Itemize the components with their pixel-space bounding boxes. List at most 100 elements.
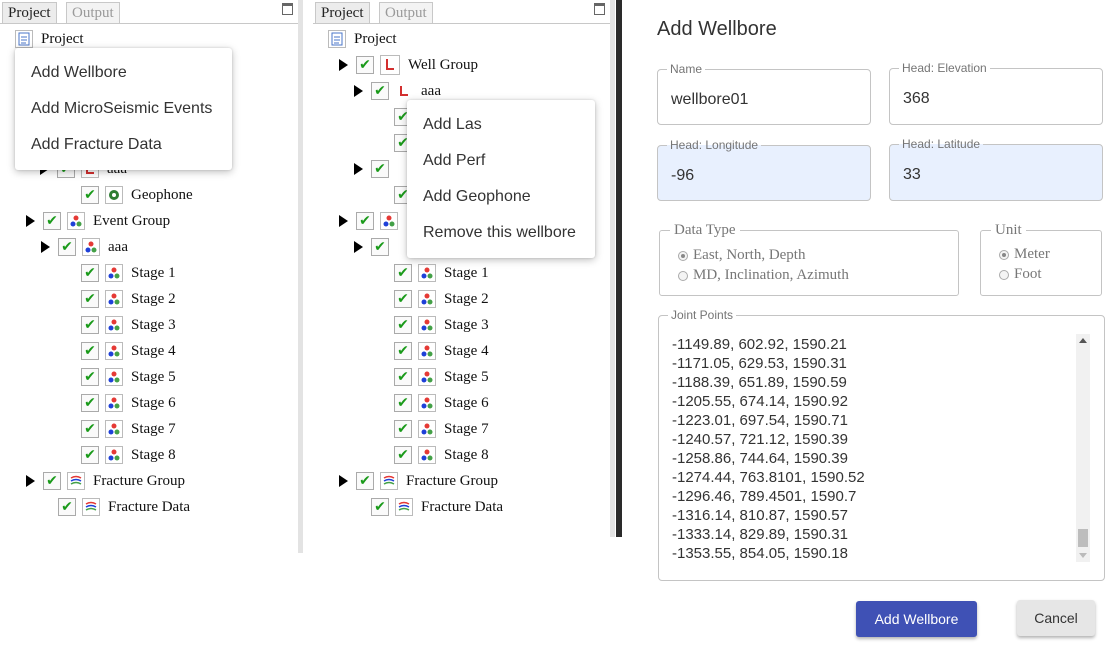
expand-arrow-icon[interactable]: [354, 85, 363, 97]
tree-node-stage[interactable]: ✔ Stage 8: [394, 445, 489, 465]
tree-node-stage[interactable]: ✔ Stage 7: [81, 419, 176, 439]
node-checkbox[interactable]: ✔: [371, 82, 389, 100]
maximize-icon[interactable]: [282, 3, 293, 15]
tab-project[interactable]: Project: [2, 2, 57, 23]
node-checkbox[interactable]: ✔: [356, 56, 374, 74]
node-checkbox[interactable]: ✔: [81, 394, 99, 412]
expand-arrow-icon[interactable]: [339, 475, 348, 487]
cancel-button[interactable]: Cancel: [1017, 600, 1095, 636]
tree-node-project[interactable]: Project: [328, 29, 397, 49]
tree-node-stage[interactable]: ✔ Stage 6: [81, 393, 176, 413]
node-checkbox[interactable]: ✔: [58, 238, 76, 256]
expand-arrow-icon[interactable]: [354, 163, 363, 175]
tree-node-stage[interactable]: ✔ Stage 1: [81, 263, 176, 283]
menu-item-add-microseismic-events[interactable]: Add MicroSeismic Events: [15, 91, 232, 127]
tree-node-stage[interactable]: ✔ Stage 5: [81, 367, 176, 387]
radio-selected-icon[interactable]: [999, 249, 1009, 260]
tree-node-project[interactable]: Project: [15, 29, 84, 49]
tree-node-event-aaa[interactable]: ✔ aaa: [41, 237, 128, 257]
head-longitude-field[interactable]: Head: Longitude -96: [657, 138, 871, 201]
head-latitude-field[interactable]: Head: Latitude 33: [889, 137, 1103, 201]
node-checkbox[interactable]: ✔: [356, 212, 374, 230]
expand-arrow-icon[interactable]: [26, 215, 35, 227]
node-checkbox[interactable]: ✔: [81, 342, 99, 360]
node-checkbox[interactable]: ✔: [81, 368, 99, 386]
name-field[interactable]: Name wellbore01: [657, 62, 871, 125]
menu-item-add-geophone[interactable]: Add Geophone: [407, 179, 595, 215]
tree-node-stage[interactable]: ✔ Stage 1: [394, 263, 489, 283]
head-elevation-field[interactable]: Head: Elevation 368: [889, 61, 1103, 125]
joint-points-textarea[interactable]: -1149.89, 602.92, 1590.21 -1171.05, 629.…: [672, 335, 865, 563]
tree-node-stage[interactable]: ✔ Stage 4: [81, 341, 176, 361]
expand-arrow-icon[interactable]: [26, 475, 35, 487]
menu-item-remove-wellbore[interactable]: Remove this wellbore: [407, 215, 595, 251]
radio-md-inclination-azimuth[interactable]: MD, Inclination, Azimuth: [678, 267, 849, 284]
radio-selected-icon[interactable]: [678, 250, 688, 261]
node-checkbox[interactable]: ✔: [371, 498, 389, 516]
node-checkbox[interactable]: ✔: [356, 472, 374, 490]
radio-unselected-icon[interactable]: [678, 270, 688, 281]
menu-item-add-perf[interactable]: Add Perf: [407, 143, 595, 179]
splitter[interactable]: [610, 0, 615, 537]
node-checkbox[interactable]: ✔: [394, 368, 412, 386]
node-checkbox[interactable]: ✔: [394, 290, 412, 308]
tree-node-stage[interactable]: ✔ Stage 3: [394, 315, 489, 335]
node-checkbox[interactable]: ✔: [394, 316, 412, 334]
node-checkbox[interactable]: ✔: [371, 238, 389, 256]
scroll-down-icon[interactable]: [1079, 553, 1087, 558]
scroll-thumb[interactable]: [1078, 529, 1088, 547]
node-checkbox[interactable]: ✔: [394, 420, 412, 438]
tree-node-event-group[interactable]: ✔ Event Group: [26, 211, 170, 231]
tree-node-hidden[interactable]: ✔: [354, 159, 395, 179]
tree-node-fracture-group[interactable]: ✔ Fracture Group: [26, 471, 185, 491]
splitter[interactable]: [298, 0, 303, 553]
tree-node-stage[interactable]: ✔ Stage 5: [394, 367, 489, 387]
expand-arrow-icon[interactable]: [354, 241, 363, 253]
tree-node-well-group[interactable]: ✔ Well Group: [339, 55, 478, 75]
tree-node-fracture-data[interactable]: ✔ Fracture Data: [58, 497, 190, 517]
tab-output[interactable]: Output: [379, 2, 433, 23]
maximize-icon[interactable]: [594, 3, 605, 15]
tab-output[interactable]: Output: [66, 2, 120, 23]
node-checkbox[interactable]: ✔: [43, 212, 61, 230]
radio-meter[interactable]: Meter: [999, 246, 1050, 263]
menu-item-add-fracture-data[interactable]: Add Fracture Data: [15, 127, 232, 163]
node-checkbox[interactable]: ✔: [58, 498, 76, 516]
tree-node-well-aaa[interactable]: ✔ aaa: [354, 81, 441, 101]
tree-node-fracture-group[interactable]: ✔ Fracture Group: [339, 471, 498, 491]
radio-east-north-depth[interactable]: East, North, Depth: [678, 247, 805, 264]
tree-node-stage[interactable]: ✔ Stage 7: [394, 419, 489, 439]
textarea-scrollbar[interactable]: [1076, 334, 1090, 562]
tree-node-stage[interactable]: ✔ Stage 2: [81, 289, 176, 309]
node-checkbox[interactable]: ✔: [81, 290, 99, 308]
node-checkbox[interactable]: ✔: [43, 472, 61, 490]
joint-points-field[interactable]: Joint Points -1149.89, 602.92, 1590.21 -…: [658, 308, 1105, 581]
node-checkbox[interactable]: ✔: [81, 264, 99, 282]
tree-node-geophone[interactable]: ✔ Geophone: [81, 185, 193, 205]
node-checkbox[interactable]: ✔: [371, 160, 389, 178]
tab-project[interactable]: Project: [315, 2, 370, 23]
node-checkbox[interactable]: ✔: [394, 446, 412, 464]
node-checkbox[interactable]: ✔: [394, 264, 412, 282]
tree-node-stage[interactable]: ✔ Stage 3: [81, 315, 176, 335]
node-checkbox[interactable]: ✔: [81, 316, 99, 334]
tree-node-stage[interactable]: ✔ Stage 4: [394, 341, 489, 361]
menu-item-add-las[interactable]: Add Las: [407, 107, 595, 143]
expand-arrow-icon[interactable]: [339, 215, 348, 227]
menu-item-add-wellbore[interactable]: Add Wellbore: [15, 55, 232, 91]
tree-node-stage[interactable]: ✔ Stage 2: [394, 289, 489, 309]
radio-unselected-icon[interactable]: [999, 269, 1009, 280]
node-checkbox[interactable]: ✔: [81, 420, 99, 438]
add-wellbore-button[interactable]: Add Wellbore: [856, 601, 977, 637]
tree-node-event-group[interactable]: ✔: [339, 211, 406, 231]
tree-node-stage[interactable]: ✔ Stage 8: [81, 445, 176, 465]
node-checkbox[interactable]: ✔: [394, 342, 412, 360]
node-checkbox[interactable]: ✔: [81, 446, 99, 464]
radio-foot[interactable]: Foot: [999, 266, 1042, 283]
tree-node-event-aaa[interactable]: ✔: [354, 237, 395, 257]
tree-node-stage[interactable]: ✔ Stage 6: [394, 393, 489, 413]
tree-node-fracture-data[interactable]: ✔ Fracture Data: [371, 497, 503, 517]
node-checkbox[interactable]: ✔: [394, 394, 412, 412]
scroll-up-icon[interactable]: [1079, 338, 1087, 343]
expand-arrow-icon[interactable]: [339, 59, 348, 71]
